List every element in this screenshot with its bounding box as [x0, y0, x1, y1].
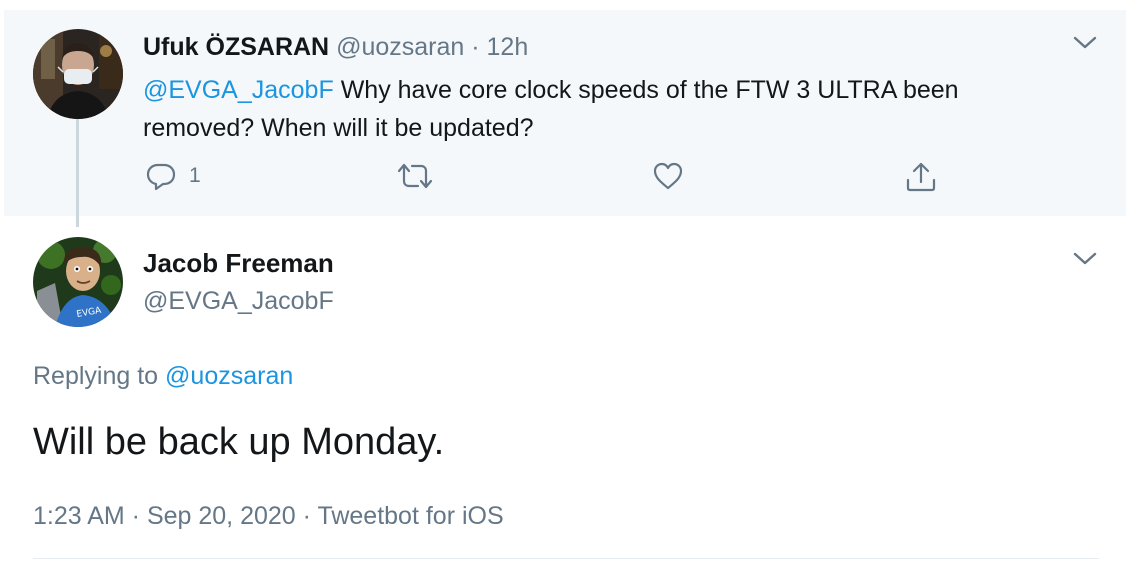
replying-prefix: Replying to: [33, 362, 166, 390]
chevron-down-icon[interactable]: [1070, 30, 1100, 54]
tweet-timestamp[interactable]: 1:23 AM · Sep 20, 2020 · Tweetbot for iO…: [33, 498, 504, 534]
parent-handle[interactable]: @uozsaran: [336, 33, 464, 61]
parent-display-name[interactable]: Ufuk ÖZSARAN: [143, 33, 329, 61]
parent-header: Ufuk ÖZSARAN @uozsaran · 12h: [143, 31, 528, 63]
reply-icon: [145, 160, 177, 192]
divider: [33, 558, 1099, 559]
chevron-down-icon[interactable]: [1070, 246, 1100, 270]
tweet-thread: Ufuk ÖZSARAN @uozsaran · 12h @EVGA_Jacob…: [0, 0, 1126, 586]
share-button[interactable]: [904, 160, 938, 194]
like-icon: [652, 160, 684, 192]
jacob-avatar[interactable]: EVGA: [33, 237, 123, 327]
reply-count: 1: [189, 164, 201, 187]
parent-time[interactable]: 12h: [487, 33, 529, 61]
retweet-button[interactable]: [396, 160, 434, 192]
ufuk-avatar[interactable]: [33, 29, 123, 119]
main-display-name[interactable]: Jacob Freeman: [143, 246, 334, 280]
parent-separator: ·: [471, 33, 480, 61]
parent-action-bar: 1: [0, 160, 1000, 200]
like-button[interactable]: [652, 160, 684, 192]
replying-to: Replying to @uozsaran: [33, 358, 293, 394]
parent-tweet-text: @EVGA_JacobF Why have core clock speeds …: [143, 71, 1043, 147]
reply-button[interactable]: 1: [145, 160, 201, 192]
parent-mention-link[interactable]: @EVGA_JacobF: [143, 76, 334, 104]
main-handle[interactable]: @EVGA_JacobF: [143, 284, 334, 318]
main-tweet-text: Will be back up Monday.: [33, 421, 445, 463]
replying-handle-link[interactable]: @uozsaran: [165, 362, 293, 390]
share-icon: [904, 160, 938, 194]
retweet-icon: [396, 160, 434, 192]
